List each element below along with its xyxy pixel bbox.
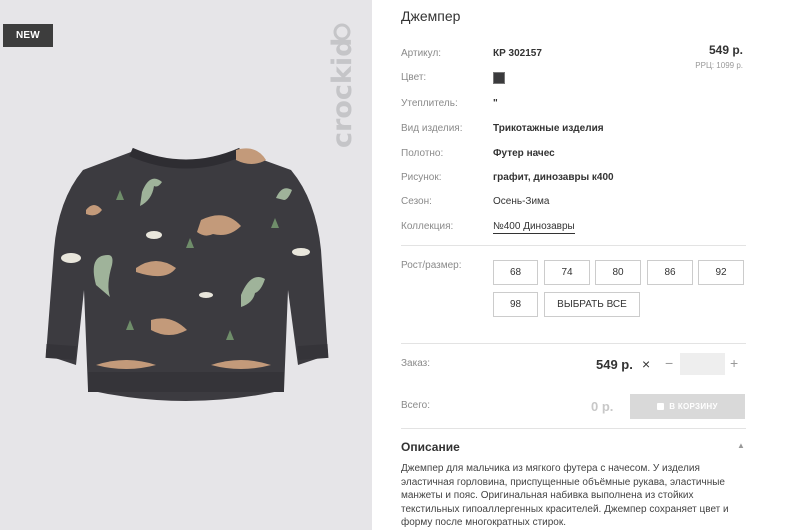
total-label: Всего: <box>401 400 430 411</box>
collection-link[interactable]: №400 Динозавры <box>493 221 575 234</box>
order-sum: 549 р. <box>596 357 633 372</box>
quantity-input[interactable] <box>680 353 725 375</box>
size-option-86[interactable]: 86 <box>647 260 693 285</box>
size-option-74[interactable]: 74 <box>544 260 590 285</box>
brand-logo-text: crockid <box>327 38 358 148</box>
attribute-value: Осень-Зима <box>493 196 550 207</box>
attribute-collection: Коллекция: №400 Динозавры <box>401 219 746 237</box>
new-badge: NEW <box>3 24 53 47</box>
divider <box>401 428 746 429</box>
attribute-value: графит, динозавры к400 <box>493 172 614 183</box>
total-sum: 0 р. <box>591 399 614 414</box>
attribute-color: Цвет: <box>401 70 746 88</box>
attribute-season: Сезон: Осень-Зима <box>401 194 746 212</box>
attribute-value: Трикотажные изделия <box>493 123 604 134</box>
attribute-article: Артикул: КР 302157 <box>401 46 746 64</box>
size-option-98[interactable]: 98 <box>493 292 538 317</box>
divider <box>401 343 746 344</box>
product-title: Джемпер <box>401 8 461 24</box>
attribute-label: Артикул: <box>401 48 442 59</box>
size-option-80[interactable]: 80 <box>595 260 641 285</box>
sweater-image <box>45 147 329 401</box>
product-info-panel: Джемпер 549 р. РРЦ: 1099 р. Артикул: КР … <box>401 0 746 530</box>
collapse-caret-icon[interactable]: ▲ <box>737 441 745 450</box>
attribute-label: Утеплитель: <box>401 98 458 109</box>
attribute-value: " <box>493 98 498 109</box>
attribute-value: Футер начес <box>493 148 555 159</box>
description-title[interactable]: Описание <box>401 440 460 454</box>
cart-icon <box>657 403 665 410</box>
attribute-label: Сезон: <box>401 196 432 207</box>
color-swatch[interactable] <box>493 72 505 84</box>
attribute-fabric: Полотно: Футер начес <box>401 146 746 164</box>
attribute-label: Цвет: <box>401 72 427 83</box>
brand-logo: crockid <box>327 23 358 148</box>
add-to-cart-label: В КОРЗИНУ <box>669 402 718 411</box>
select-all-sizes-button[interactable]: ВЫБРАТЬ ВСЕ <box>544 292 640 317</box>
add-to-cart-button[interactable]: В КОРЗИНУ <box>630 394 745 419</box>
size-option-68[interactable]: 68 <box>493 260 538 285</box>
sizes-label: Рост/размер: <box>401 260 462 271</box>
attribute-pattern: Рисунок: графит, динозавры к400 <box>401 170 746 188</box>
remove-item-icon[interactable]: × <box>642 356 650 372</box>
order-label: Заказ: <box>401 358 431 369</box>
attribute-label: Коллекция: <box>401 221 454 232</box>
size-option-92[interactable]: 92 <box>698 260 744 285</box>
attribute-label: Вид изделия: <box>401 123 463 134</box>
decrease-quantity-button[interactable]: − <box>665 355 673 371</box>
attribute-label: Полотно: <box>401 148 444 159</box>
attribute-product-type: Вид изделия: Трикотажные изделия <box>401 121 746 139</box>
attribute-insulation: Утеплитель: " <box>401 96 746 114</box>
attribute-value: КР 302157 <box>493 48 542 59</box>
increase-quantity-button[interactable]: + <box>730 355 738 371</box>
divider <box>401 245 746 246</box>
attribute-label: Рисунок: <box>401 172 442 183</box>
description-text: Джемпер для мальчика из мягкого футера с… <box>401 463 729 529</box>
product-photo: NEW crockid <box>0 0 372 530</box>
